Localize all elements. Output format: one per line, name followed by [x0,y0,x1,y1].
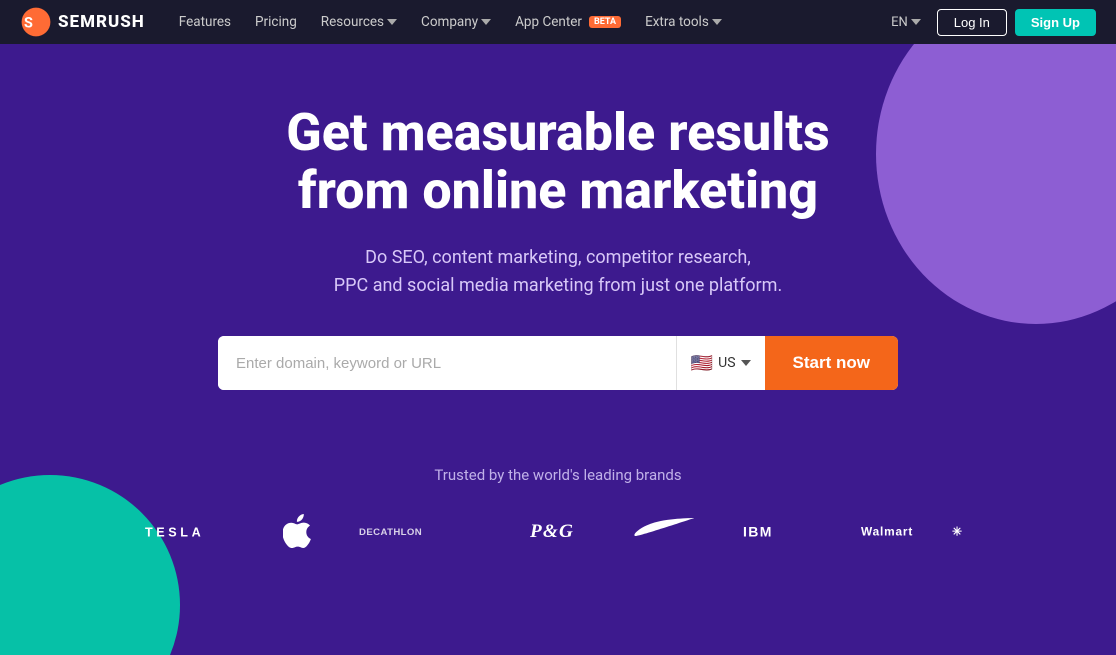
search-bar: 🇺🇸 US Start now [218,336,898,390]
hero-title: Get measurable results from online marke… [218,104,898,220]
brand-nike [632,512,699,550]
navbar: S SEMRUSH Features Pricing Resources Com… [0,0,1116,44]
nav-app-center[interactable]: App Center BETA [505,10,631,34]
hero-section: Get measurable results from online marke… [0,44,1116,655]
hero-subtitle: Do SEO, content marketing, competitor re… [218,244,898,300]
start-button[interactable]: Start now [765,336,898,390]
search-input[interactable] [218,336,676,390]
nav-resources[interactable]: Resources [311,10,407,34]
app-center-badge: BETA [589,16,621,28]
nav-right: EN Log In Sign Up [883,9,1096,36]
nav-company[interactable]: Company [411,10,501,34]
svg-text:Walmart: Walmart [861,525,913,539]
brand-walmart: Walmart ✳ [861,517,971,545]
svg-text:IBM: IBM [743,524,773,540]
signup-button[interactable]: Sign Up [1015,9,1096,36]
language-selector[interactable]: EN [883,11,929,34]
login-button[interactable]: Log In [937,9,1007,36]
brand-decathlon: DECATHLON [359,519,479,543]
brand-apple [283,514,311,548]
brands-section: Trusted by the world's leading brands TE… [145,466,971,550]
brands-label: Trusted by the world's leading brands [145,466,971,484]
svg-text:P&G: P&G [529,521,574,542]
svg-text:S: S [24,15,33,32]
svg-text:DECATHLON: DECATHLON [359,527,422,538]
nav-extra-tools[interactable]: Extra tools [635,10,732,34]
brand-tesla: TESLA [145,521,235,541]
flag-icon: 🇺🇸 [691,353,713,374]
logo[interactable]: S SEMRUSH [20,6,145,38]
nav-links: Features Pricing Resources Company App C… [169,10,883,34]
nav-pricing[interactable]: Pricing [245,10,307,34]
country-select[interactable]: 🇺🇸 US [676,336,765,390]
hero-content: Get measurable results from online marke… [218,104,898,406]
logo-text: SEMRUSH [58,12,145,32]
nav-features[interactable]: Features [169,10,241,34]
decorative-circle-purple [876,44,1116,324]
svg-text:TESLA: TESLA [145,526,204,540]
brands-row: TESLA DECATHLON P&G [145,512,971,550]
svg-text:✳: ✳ [952,525,963,539]
brand-ibm: IBM [743,517,813,545]
brand-pg: P&G [527,516,587,546]
